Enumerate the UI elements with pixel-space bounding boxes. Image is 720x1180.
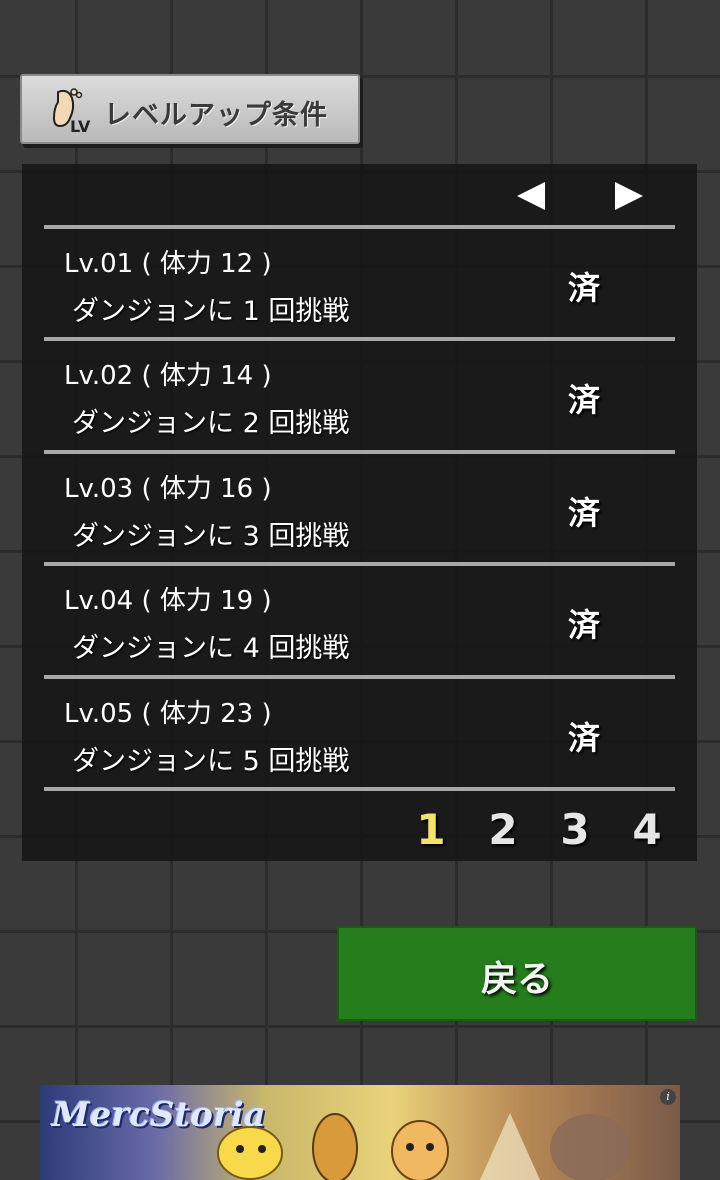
level-title: Lv.05 ( 体力 23 ) xyxy=(64,699,272,729)
footprint-lv-icon: LV xyxy=(48,86,96,134)
info-icon[interactable]: i xyxy=(660,1089,676,1105)
completed-status: 済 xyxy=(568,494,601,532)
completed-status: 済 xyxy=(568,269,601,307)
level-condition: ダンジョンに 2 回挑戦 xyxy=(72,408,350,439)
ad-banner[interactable]: MercStoria i xyxy=(40,1085,680,1180)
triangle-left-icon[interactable] xyxy=(513,178,549,214)
back-button-label: 戻る xyxy=(480,959,553,1000)
section-title: レベルアップ条件 xyxy=(104,100,328,131)
completed-status: 済 xyxy=(568,606,601,644)
page-4-button[interactable]: 4 xyxy=(627,805,667,854)
level-title: Lv.03 ( 体力 16 ) xyxy=(64,474,272,504)
level-title: Lv.02 ( 体力 14 ) xyxy=(64,361,272,391)
back-button[interactable]: 戻る xyxy=(337,926,697,1021)
level-row: Lv.03 ( 体力 16 ) ダンジョンに 3 回挑戦 済 xyxy=(44,454,675,562)
page-1-button[interactable]: 1 xyxy=(411,805,451,854)
level-condition: ダンジョンに 4 回挑戦 xyxy=(72,633,350,664)
ad-artwork xyxy=(217,1113,630,1180)
page-2-button[interactable]: 2 xyxy=(483,805,523,854)
completed-status: 済 xyxy=(568,719,601,757)
level-row: Lv.05 ( 体力 23 ) ダンジョンに 5 回挑戦 済 xyxy=(44,679,675,787)
page-3-button[interactable]: 3 xyxy=(555,805,595,854)
pagination: 1 2 3 4 xyxy=(0,805,720,855)
completed-status: 済 xyxy=(568,381,601,419)
triangle-right-icon[interactable] xyxy=(611,178,647,214)
level-row: Lv.01 ( 体力 12 ) ダンジョンに 1 回挑戦 済 xyxy=(44,229,675,337)
divider xyxy=(44,787,675,791)
level-condition: ダンジョンに 1 回挑戦 xyxy=(72,296,350,327)
level-row: Lv.04 ( 体力 19 ) ダンジョンに 4 回挑戦 済 xyxy=(44,566,675,674)
level-condition: ダンジョンに 3 回挑戦 xyxy=(72,521,350,552)
level-row: Lv.02 ( 体力 14 ) ダンジョンに 2 回挑戦 済 xyxy=(44,341,675,449)
level-condition: ダンジョンに 5 回挑戦 xyxy=(72,746,350,777)
level-title: Lv.04 ( 体力 19 ) xyxy=(64,586,272,616)
svg-text:LV: LV xyxy=(70,117,91,134)
level-title: Lv.01 ( 体力 12 ) xyxy=(64,249,272,279)
section-header-tab: LV レベルアップ条件 xyxy=(20,74,360,144)
